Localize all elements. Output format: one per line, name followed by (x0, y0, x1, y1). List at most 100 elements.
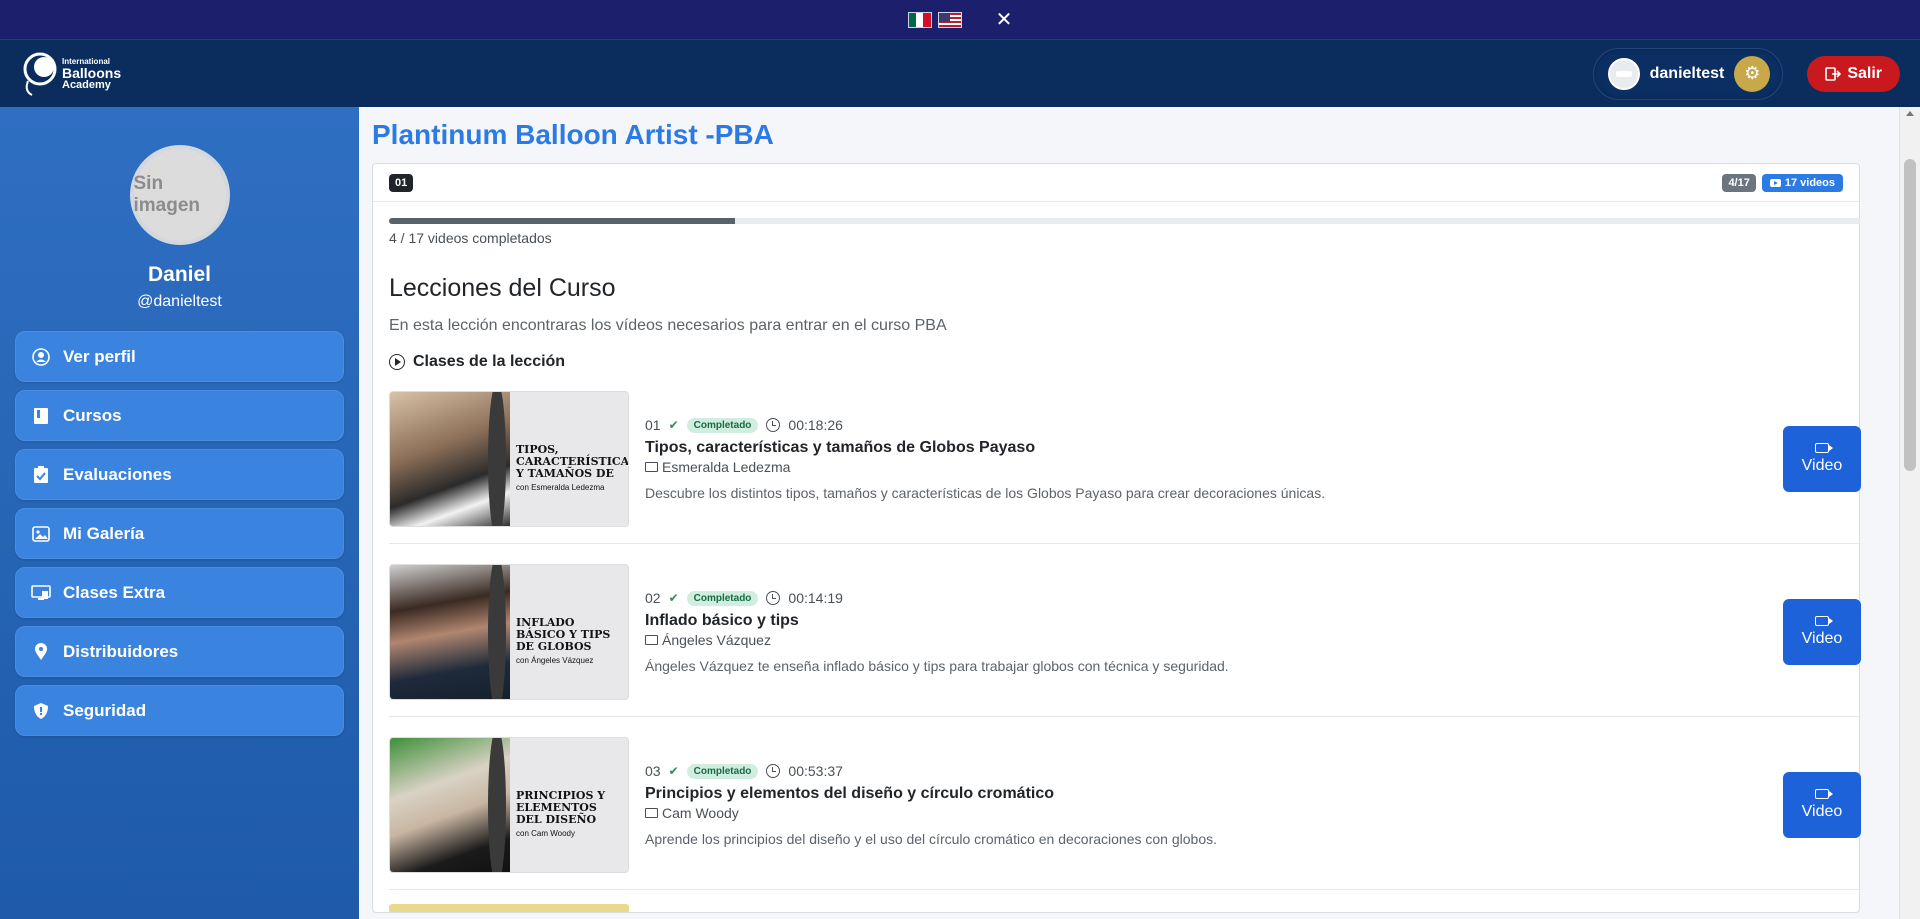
clock-icon (766, 418, 781, 432)
lesson-duration: 00:14:19 (788, 590, 843, 606)
sidebar-item-evaluaciones[interactable]: Evaluaciones (15, 449, 344, 500)
lesson-meta: 01 ✔ Completado 00:18:26 (645, 417, 1783, 433)
display-icon (31, 583, 51, 603)
video-count-label: 17 videos (1784, 176, 1835, 189)
sidebar-item-label: Ver perfil (63, 346, 136, 366)
settings-button[interactable]: ⚙ (1734, 55, 1771, 92)
section-label-text: Clases de la lección (413, 353, 566, 370)
section-label: Clases de la lección (389, 353, 1843, 371)
page-scrollbar[interactable] (1899, 107, 1920, 919)
lesson-title[interactable]: Tipos, características y tamaños de Glob… (645, 439, 1783, 457)
progress-bar (389, 218, 1861, 224)
instructor-name: Esmeralda Ledezma (662, 459, 791, 475)
sidebar-item-label: Mi Galería (63, 523, 145, 543)
header-actions: danieltest ⚙ Salir (1592, 47, 1900, 100)
lesson-description: Aprende los principios del diseño y el u… (645, 831, 1217, 847)
balloon-logo-icon (23, 52, 57, 96)
video-button[interactable]: Video (1783, 426, 1861, 492)
lesson-number: 02 (645, 590, 661, 606)
check-circle-icon: ✔ (668, 764, 679, 778)
lessons-heading: Lecciones del Curso (389, 274, 616, 302)
status-badge: Completado (686, 590, 759, 606)
lesson-meta: 03 ✔ Completado 00:53:37 (645, 763, 1783, 779)
video-button-label: Video (1801, 457, 1843, 474)
sidebar-item-label: Distribuidores (63, 641, 179, 661)
video-button-label: Video (1801, 630, 1843, 647)
sidebar-item-clases-extra[interactable]: Clases Extra (15, 567, 344, 618)
lesson-title[interactable]: Inflado básico y tips (645, 612, 1783, 630)
status-badge: Completado (686, 417, 759, 433)
logo-line-2: Balloons (62, 64, 122, 81)
lesson-info: 03 ✔ Completado 00:53:37 Principios y el… (645, 763, 1783, 847)
card-body: 4 / 17 videos completados Lecciones del … (373, 202, 1861, 912)
lesson-thumbnail[interactable]: INFLADO BÁSICO Y TIPS DE GLOBOS con Ánge… (389, 564, 629, 700)
lesson-row: INFLADO BÁSICO Y TIPS DE GLOBOS con Ánge… (389, 544, 1861, 717)
sidebar-item-label: Evaluaciones (63, 464, 172, 484)
check-circle-icon: ✔ (668, 591, 679, 605)
instructor-name: Ángeles Vázquez (662, 632, 771, 648)
mexico-flag-icon[interactable] (907, 11, 932, 28)
lesson-number: 01 (645, 417, 661, 433)
thumbnail-subtitle: con Cam Woody (516, 829, 575, 838)
clipboard-icon (31, 465, 51, 485)
language-bar: ✕ (0, 0, 1920, 40)
check-circle-icon: ✔ (668, 418, 679, 432)
lesson-instructor: Cam Woody (645, 805, 1783, 821)
scroll-thumb[interactable] (1904, 159, 1916, 471)
lesson-description: Ángeles Vázquez te enseña inflado básico… (645, 658, 1229, 674)
main-content: Plantinum Balloon Artist -PBA 01 4/17 17… (359, 107, 1899, 919)
lesson-duration: 00:53:37 (788, 763, 843, 779)
sidebar-item-label: Clases Extra (63, 582, 166, 602)
lesson-duration: 00:18:26 (788, 417, 843, 433)
profile-name: Daniel (147, 263, 212, 286)
thumbnail-title: INFLADO BÁSICO Y TIPS DE GLOBOS con Ánge… (516, 617, 626, 667)
lesson-meta: 02 ✔ Completado 00:14:19 (645, 590, 1783, 606)
profile-avatar[interactable]: Sin imagen (129, 145, 230, 245)
progress-text: 4 / 17 videos completados (389, 230, 552, 246)
thumbnail-arc (488, 738, 506, 872)
lesson-title[interactable]: Principios y elementos del diseño y círc… (645, 785, 1783, 803)
video-count-badge: 17 videos (1761, 173, 1843, 192)
sidebar-item-seguridad[interactable]: Seguridad (15, 685, 344, 736)
lesson-instructor: Esmeralda Ledezma (645, 459, 1783, 475)
progress-bar-fill (389, 218, 735, 224)
clock-icon (766, 591, 781, 605)
usa-flag-icon[interactable] (937, 11, 962, 28)
sidebar-item-cursos[interactable]: Cursos (15, 390, 344, 441)
camera-video-icon (1815, 443, 1833, 453)
play-circle-icon (389, 354, 405, 370)
lessons-description: En esta lección encontraras los vídeos n… (389, 317, 947, 334)
lesson-info: 01 ✔ Completado 00:18:26 Tipos, caracter… (645, 417, 1783, 501)
module-number-badge: 01 (389, 173, 414, 192)
person-video-icon (645, 808, 658, 818)
top-header: International Balloons Academy danieltes… (0, 40, 1920, 107)
progress-count-badge: 4/17 (1722, 173, 1756, 192)
video-button[interactable]: Video (1783, 599, 1861, 665)
camera-video-icon (1815, 789, 1833, 799)
images-icon (31, 524, 51, 544)
sidebar-menu: Ver perfil Cursos Evaluaciones Mi Galerí… (15, 331, 344, 736)
close-icon[interactable]: ✕ (996, 10, 1013, 30)
person-video-icon (645, 462, 658, 472)
user-menu[interactable]: danieltest ⚙ (1592, 47, 1784, 100)
user-circle-icon (31, 347, 51, 367)
sidebar-item-mi-galeria[interactable]: Mi Galería (15, 508, 344, 559)
video-button[interactable]: Video (1783, 772, 1861, 838)
sidebar-item-ver-perfil[interactable]: Ver perfil (15, 331, 344, 382)
thumbnail-title-text: TIPOS, CARACTERÍSTICAS Y TAMAÑOS DE (516, 443, 629, 480)
sidebar-item-label: Seguridad (63, 700, 147, 720)
thumbnail-subtitle: con Ángeles Vázquez (516, 656, 594, 665)
logout-button[interactable]: Salir (1807, 55, 1900, 92)
lesson-thumbnail[interactable]: PRINCIPIOS Y ELEMENTOS DEL DISEÑO con Ca… (389, 737, 629, 873)
lesson-thumbnail[interactable]: TIPOS, CARACTERÍSTICAS Y TAMAÑOS DE con … (389, 391, 629, 527)
shield-icon (31, 701, 51, 721)
status-badge: Completado (686, 763, 759, 779)
person-video-icon (645, 635, 658, 645)
sidebar-item-distribuidores[interactable]: Distribuidores (15, 626, 344, 677)
clock-icon (766, 764, 781, 778)
youtube-icon (1769, 178, 1781, 187)
camera-video-icon (1815, 616, 1833, 626)
lesson-info: 02 ✔ Completado 00:14:19 Inflado básico … (645, 590, 1783, 674)
scroll-up-arrow-icon[interactable] (1906, 111, 1914, 116)
logo[interactable]: International Balloons Academy (20, 51, 121, 97)
